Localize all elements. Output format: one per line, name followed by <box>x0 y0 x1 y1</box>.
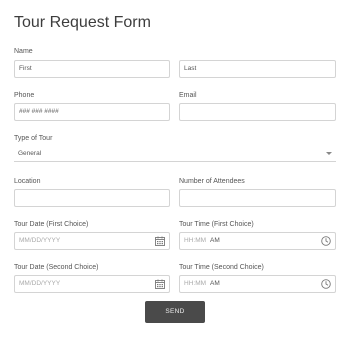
date2-placeholder: MM/DD/YYYY <box>19 280 61 287</box>
phone-label: Phone <box>14 92 35 99</box>
attendees-input[interactable] <box>179 189 336 207</box>
email-input[interactable] <box>179 103 336 121</box>
phone-input[interactable]: ### ### #### <box>14 103 170 121</box>
date2-label: Tour Date (Second Choice) <box>14 264 99 271</box>
first-name-input[interactable]: First <box>14 60 170 78</box>
clock-icon[interactable] <box>321 236 331 246</box>
calendar-icon[interactable] <box>155 279 165 289</box>
date1-label: Tour Date (First Choice) <box>14 221 89 228</box>
last-name-input[interactable]: Last <box>179 60 336 78</box>
time1-input[interactable]: HH:MM AM <box>179 232 336 250</box>
type-of-tour-label: Type of Tour <box>14 135 53 142</box>
time2-placeholder: HH:MM <box>184 280 207 287</box>
phone-value: ### ### #### <box>19 108 59 115</box>
time2-input[interactable]: HH:MM AM <box>179 275 336 293</box>
time1-ampm[interactable]: AM <box>210 233 220 249</box>
page-title: Tour Request Form <box>14 14 151 31</box>
location-input[interactable] <box>14 189 170 207</box>
time2-label: Tour Time (Second Choice) <box>179 264 264 271</box>
time1-placeholder: HH:MM <box>184 237 207 244</box>
time2-ampm[interactable]: AM <box>210 276 220 292</box>
time1-label: Tour Time (First Choice) <box>179 221 254 228</box>
type-of-tour-select[interactable]: General <box>14 146 336 162</box>
email-label: Email <box>179 92 197 99</box>
location-label: Location <box>14 178 41 185</box>
name-label: Name <box>14 48 33 55</box>
chevron-down-icon <box>326 152 332 155</box>
last-name-value: Last <box>184 65 197 72</box>
date1-input[interactable]: MM/DD/YYYY <box>14 232 170 250</box>
attendees-label: Number of Attendees <box>179 178 245 185</box>
clock-icon[interactable] <box>321 279 331 289</box>
send-button[interactable]: SEND <box>145 301 205 323</box>
date1-placeholder: MM/DD/YYYY <box>19 237 61 244</box>
first-name-value: First <box>19 65 32 72</box>
date2-input[interactable]: MM/DD/YYYY <box>14 275 170 293</box>
calendar-icon[interactable] <box>155 236 165 246</box>
type-of-tour-value: General <box>18 150 42 157</box>
